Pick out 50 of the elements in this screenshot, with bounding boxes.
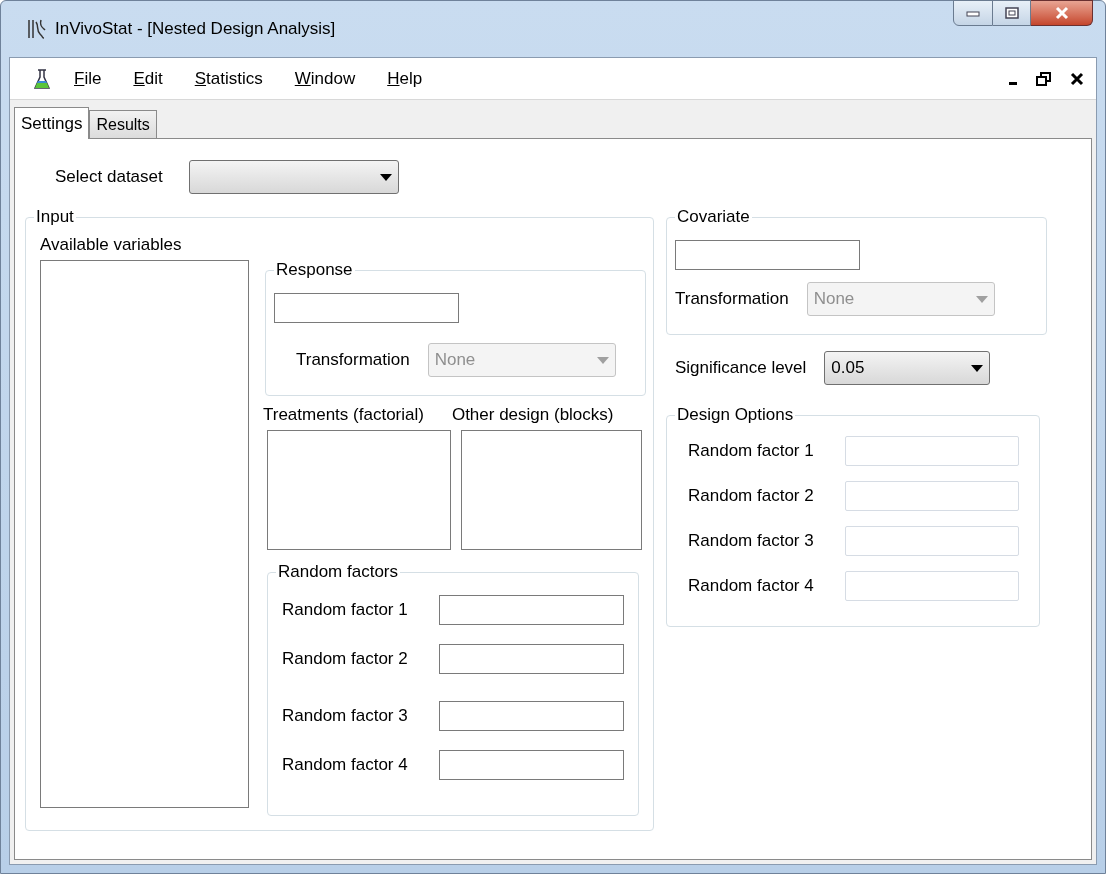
random-factor-field[interactable] bbox=[439, 644, 624, 674]
menu-item[interactable]: Help bbox=[387, 65, 423, 92]
field-label: Other design (blocks) bbox=[451, 404, 614, 426]
menu-item[interactable]: Window bbox=[294, 65, 356, 92]
close-button[interactable] bbox=[1031, 0, 1093, 26]
field-label: Random factor 4 bbox=[282, 754, 408, 777]
close-icon bbox=[1053, 6, 1070, 20]
field-label: Random factor 1 bbox=[282, 599, 408, 622]
tab[interactable]: Settings bbox=[14, 107, 90, 139]
field-label: Random factor 3 bbox=[282, 705, 408, 728]
dataset-dropdown[interactable] bbox=[188, 160, 399, 194]
field-label: Transformation bbox=[675, 288, 789, 311]
restore-icon[interactable] bbox=[1036, 71, 1052, 86]
menu-item[interactable]: Statistics bbox=[194, 65, 263, 92]
field-label: Treatments (factorial) bbox=[263, 404, 424, 426]
dropdown-arrow-icon bbox=[971, 364, 984, 372]
field-label: Random factor 3 bbox=[688, 530, 814, 553]
maximize-button[interactable] bbox=[993, 0, 1031, 26]
field-label: Random factor 2 bbox=[282, 648, 408, 671]
field-label: Random factor 2 bbox=[688, 485, 814, 508]
field-label: Random factor 4 bbox=[688, 575, 814, 598]
field-label: Select dataset bbox=[55, 166, 163, 189]
combo-value: None bbox=[813, 288, 855, 311]
menu-item[interactable]: Edit bbox=[133, 65, 163, 92]
treatments-list[interactable] bbox=[267, 430, 451, 550]
menu-item[interactable]: File bbox=[74, 65, 102, 92]
combo-value: None bbox=[434, 349, 476, 372]
random-factor-field[interactable] bbox=[439, 701, 624, 731]
dropdown-arrow-icon bbox=[379, 173, 392, 181]
field-label: Available variables bbox=[40, 234, 183, 256]
field-label: Random factor 1 bbox=[688, 440, 814, 463]
minimize-icon bbox=[966, 9, 980, 17]
random-factor-field[interactable] bbox=[439, 595, 624, 625]
app-logo-icon bbox=[27, 18, 47, 40]
dropdown-arrow-icon bbox=[975, 295, 988, 303]
response-field[interactable] bbox=[274, 293, 459, 323]
flask-icon bbox=[34, 67, 50, 90]
random-factor-field[interactable] bbox=[439, 750, 624, 780]
covariate-field[interactable] bbox=[675, 240, 860, 270]
field-label: Significance level bbox=[675, 357, 807, 380]
maximize-icon bbox=[1004, 7, 1019, 19]
tab[interactable]: Results bbox=[89, 110, 157, 138]
combo-value: 0.05 bbox=[831, 357, 865, 380]
field-label: Transformation bbox=[296, 349, 410, 372]
blocks-list[interactable] bbox=[461, 430, 642, 550]
minimize-button[interactable] bbox=[953, 0, 993, 26]
dropdown-arrow-icon bbox=[596, 356, 609, 364]
significance-dropdown[interactable]: 0.05 bbox=[824, 351, 991, 385]
window-title: InVivoStat - [Nested Design Analysis] bbox=[55, 18, 336, 41]
close-icon[interactable] bbox=[1070, 71, 1084, 86]
